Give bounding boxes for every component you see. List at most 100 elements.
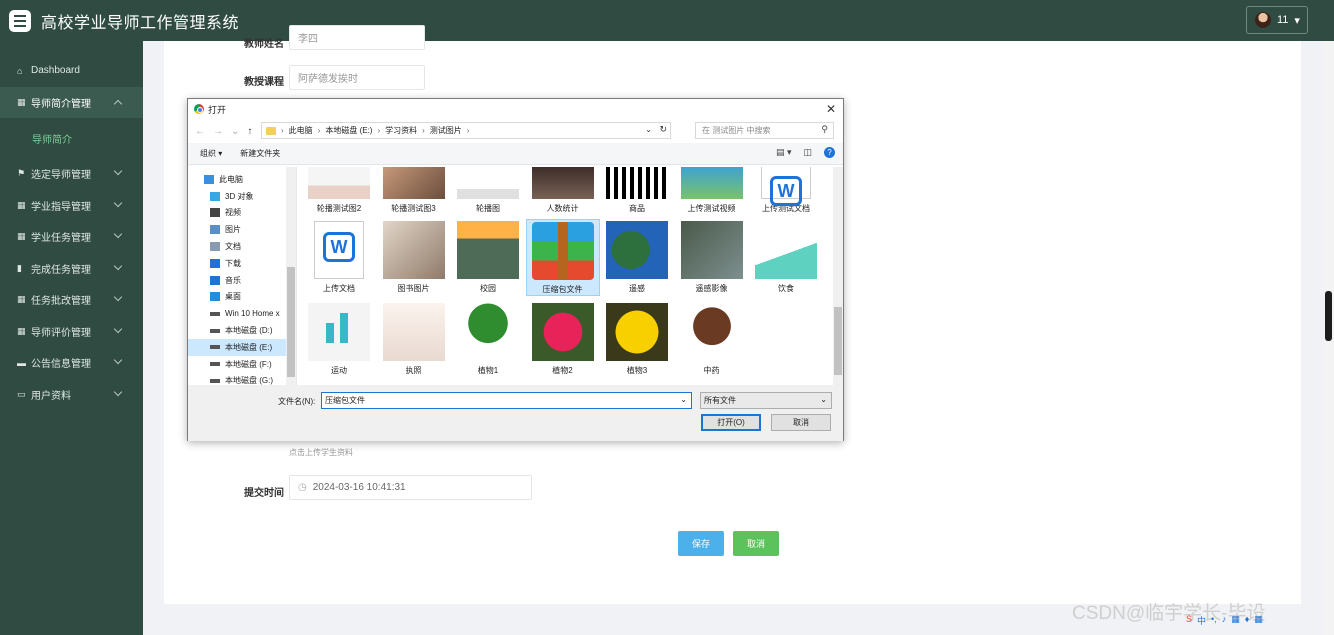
teacher-name-input[interactable]: 李四 xyxy=(289,25,425,50)
scrollbar-thumb[interactable] xyxy=(1325,291,1332,341)
file-tile[interactable]: 遥感影像 xyxy=(675,219,749,294)
tree-item[interactable]: 本地磁盘 (G:) xyxy=(188,373,296,385)
tree-item[interactable]: 视频 xyxy=(188,205,296,222)
help-icon[interactable]: ? xyxy=(824,147,835,158)
keyboard-icon[interactable]: ▦ xyxy=(1231,614,1240,627)
tree-item[interactable]: 桌面 xyxy=(188,289,296,306)
file-tile[interactable]: 植物2 xyxy=(526,301,600,376)
tree-scrollbar[interactable] xyxy=(286,167,296,385)
shirt-icon[interactable]: ♦ xyxy=(1245,614,1250,627)
file-tile[interactable]: W 上传文档 xyxy=(302,219,376,294)
cancel-button[interactable]: 取消 xyxy=(733,531,779,556)
sidebar-item-announcements[interactable]: ▬ 公告信息管理 xyxy=(0,347,143,379)
save-button[interactable]: 保存 xyxy=(678,531,724,556)
tree-item[interactable]: 文档 xyxy=(188,238,296,255)
file-tile[interactable]: 人数统计 xyxy=(526,167,600,214)
upload-hint[interactable]: 点击上传学生资料 xyxy=(289,447,353,458)
files-scrollbar-thumb[interactable] xyxy=(834,307,842,375)
file-tile[interactable]: 轮播图 xyxy=(451,167,525,214)
file-thumbnail xyxy=(606,167,668,199)
tree-item[interactable]: 下载 xyxy=(188,255,296,272)
tree-item[interactable]: 此电脑 xyxy=(188,171,296,188)
file-thumbnail xyxy=(531,167,594,199)
file-thumbnail xyxy=(531,303,594,361)
ime-icon[interactable]: S xyxy=(1186,614,1192,627)
back-arrow-icon[interactable]: ← xyxy=(195,126,205,137)
breadcrumb-test-images[interactable]: 测试图片 xyxy=(430,125,462,136)
breadcrumb-this-pc[interactable]: 此电脑 xyxy=(289,125,313,136)
filename-input[interactable]: 压缩包文件 ⌄ xyxy=(321,392,692,409)
tree-item[interactable]: Win 10 Home x xyxy=(188,305,296,322)
breadcrumb-drive-e[interactable]: 本地磁盘 (E:) xyxy=(325,125,372,136)
file-thumbnail xyxy=(457,303,519,361)
navigation-tree: 此电脑 3D 对象 视频 图片 文档 下载 音乐 桌面 Win 10 Home x 本地磁盘 (D… xyxy=(188,167,297,385)
file-tile[interactable]: 轮播测试图3 xyxy=(377,167,451,214)
filetype-select[interactable]: 所有文件 ⌄ xyxy=(700,392,832,409)
file-tile[interactable]: 图书图片 xyxy=(377,219,451,294)
files-scrollbar[interactable] xyxy=(833,167,843,385)
preview-pane-icon[interactable]: ◫ xyxy=(803,147,812,158)
chevron-down-icon[interactable]: ⌄ xyxy=(231,126,239,137)
user-menu-button[interactable]: 11 ▾ xyxy=(1246,6,1308,34)
file-tile[interactable]: 植物1 xyxy=(451,301,525,376)
sidebar-item-mentor-intro[interactable]: ▦ 导师简介管理 xyxy=(0,86,143,118)
file-tile[interactable]: 轮播测试图2 xyxy=(302,167,376,214)
up-arrow-icon[interactable]: ↑ xyxy=(247,126,252,137)
grid-icon: ▦ xyxy=(17,325,26,336)
sidebar-item-guidance[interactable]: ▦ 学业指导管理 xyxy=(0,190,143,222)
file-tile[interactable]: 遥感 xyxy=(600,219,674,294)
tree-item[interactable]: 3D 对象 xyxy=(188,188,296,205)
submit-time-input[interactable]: ◷ 2024-03-16 10:41:31 xyxy=(289,475,532,500)
desktop-icon xyxy=(210,292,220,302)
organize-button[interactable]: 组织 ▾ xyxy=(200,148,222,159)
file-tile[interactable]: 饮食 xyxy=(749,219,823,294)
file-name: 植物1 xyxy=(477,366,499,375)
tree-item[interactable]: 图片 xyxy=(188,221,296,238)
file-name: 运动 xyxy=(331,366,347,375)
punctuation-icon[interactable]: •, xyxy=(1211,614,1217,627)
grid-icon[interactable]: ▦ xyxy=(1254,614,1263,627)
close-icon[interactable]: ✕ xyxy=(826,102,836,116)
address-bar[interactable]: › 此电脑 › 本地磁盘 (E:) › 学习资料 › 测试图片 › ⌄ ↻ xyxy=(261,122,671,139)
breadcrumb-study[interactable]: 学习资料 xyxy=(385,125,417,136)
file-name: 商品 xyxy=(629,204,645,213)
tree-item[interactable]: 音乐 xyxy=(188,272,296,289)
menu-toggle-button[interactable] xyxy=(9,9,31,32)
sidebar-item-grading[interactable]: ▦ 任务批改管理 xyxy=(0,284,143,316)
ime-mode-icon[interactable]: 中 xyxy=(1197,614,1206,627)
dialog-cancel-button[interactable]: 取消 xyxy=(771,414,831,431)
sidebar-item-dashboard[interactable]: ⌂ Dashboard xyxy=(0,55,143,87)
tree-scrollbar-thumb[interactable] xyxy=(287,267,295,377)
mic-icon[interactable]: ♪ xyxy=(1222,614,1227,627)
chevron-down-icon[interactable]: ⌄ xyxy=(645,125,652,134)
view-options-icon[interactable]: ▤ ▾ xyxy=(776,147,792,158)
file-tile[interactable]: 上传测试视频 xyxy=(675,167,749,214)
sidebar-item-profile[interactable]: ▭ 用户资料 xyxy=(0,379,143,411)
sidebar-subitem-mentor-intro[interactable]: 导师简介 xyxy=(0,118,143,158)
chevron-down-icon[interactable]: ⌄ xyxy=(820,395,827,404)
new-folder-button[interactable]: 新建文件夹 xyxy=(240,148,280,159)
file-tile[interactable]: 执照 xyxy=(377,301,451,376)
course-input[interactable]: 阿萨德发挨时 xyxy=(289,65,425,90)
tree-item[interactable]: 本地磁盘 (E:) xyxy=(188,338,296,356)
tree-item[interactable]: 本地磁盘 (D:) xyxy=(188,322,296,339)
file-tile[interactable]: 植物3 xyxy=(600,301,674,376)
file-tile[interactable]: 校园 xyxy=(451,219,525,294)
file-tile[interactable]: 压缩包文件 xyxy=(525,219,600,296)
file-tile[interactable]: W 上传测试文档 xyxy=(749,167,823,214)
refresh-icon[interactable]: ↻ xyxy=(659,124,667,135)
dialog-search-input[interactable]: 在 测试图片 中搜索 ⚲ xyxy=(695,122,834,139)
sidebar-item-completed-tasks[interactable]: ▮ 完成任务管理 xyxy=(0,253,143,285)
file-tile[interactable]: 商品 xyxy=(600,167,674,214)
file-tile[interactable]: 中药 xyxy=(675,301,749,376)
file-tile[interactable]: 运动 xyxy=(302,301,376,376)
forward-arrow-icon[interactable]: → xyxy=(213,126,223,137)
page-scrollbar[interactable] xyxy=(1323,41,1334,635)
tree-item[interactable]: 本地磁盘 (F:) xyxy=(188,356,296,373)
open-button[interactable]: 打开(O) xyxy=(701,414,761,431)
filename-label: 文件名(N): xyxy=(278,397,316,406)
sidebar-item-select-mentor[interactable]: ⚑ 选定导师管理 xyxy=(0,158,143,190)
sidebar-item-tasks[interactable]: ▦ 学业任务管理 xyxy=(0,221,143,253)
chevron-down-icon[interactable]: ⌄ xyxy=(680,395,687,404)
sidebar-item-evaluation[interactable]: ▦ 导师评价管理 xyxy=(0,316,143,348)
